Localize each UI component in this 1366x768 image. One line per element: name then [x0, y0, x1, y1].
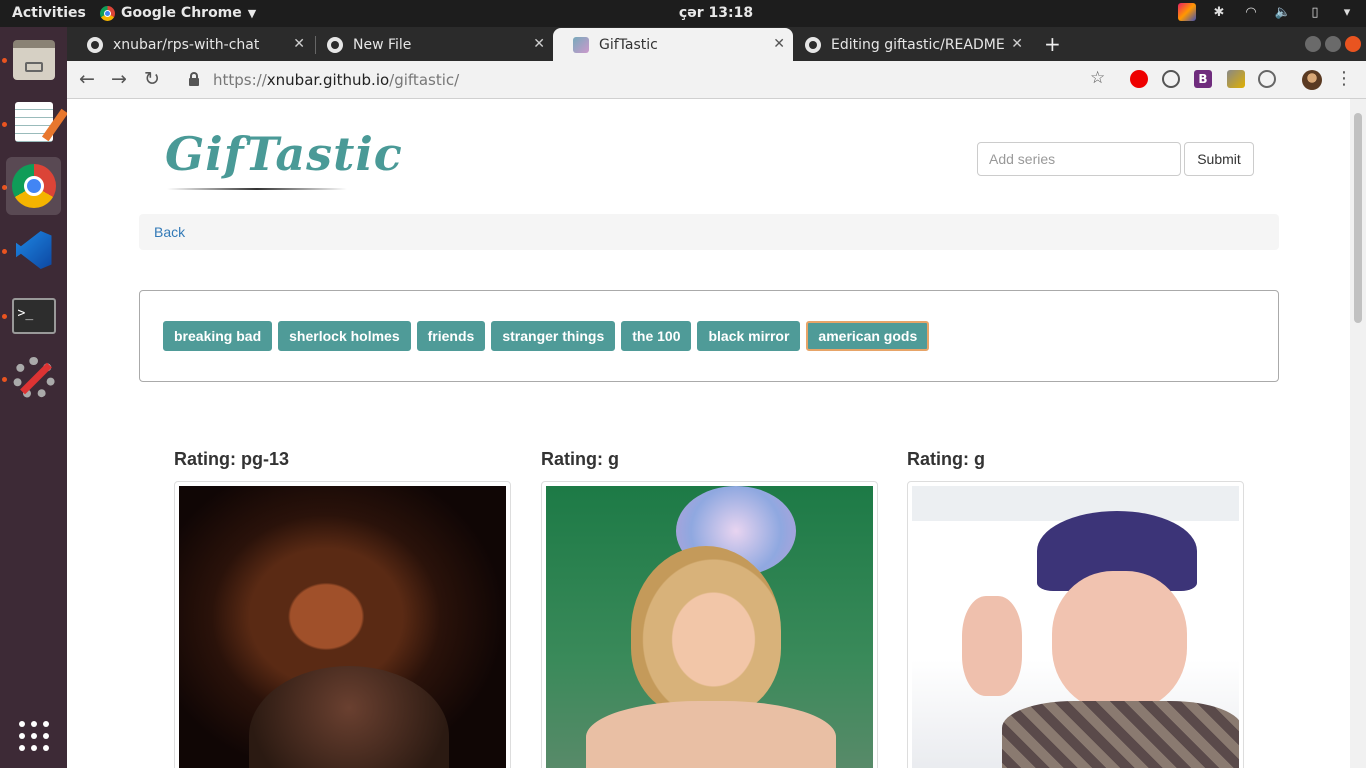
bootstrap-extension-icon[interactable]: B — [1194, 70, 1212, 88]
new-tab-button[interactable]: + — [1044, 32, 1061, 56]
github-icon — [87, 36, 103, 53]
series-button-friends[interactable]: friends — [416, 321, 486, 351]
volume-muted-icon[interactable]: 🔈 — [1274, 3, 1292, 21]
browser-toolbar: ← → ↻ https://xnubar.github.io/giftastic… — [67, 61, 1366, 99]
battery-icon[interactable]: ▯ — [1306, 3, 1324, 21]
series-button-american-gods[interactable]: american gods — [806, 321, 930, 351]
cube-app-icon[interactable] — [1178, 3, 1196, 21]
tab-title: Editing giftastic/README — [831, 36, 1005, 53]
tab-rps-with-chat[interactable]: xnubar/rps-with-chat ✕ — [67, 28, 313, 61]
tab-editing-readme[interactable]: Editing giftastic/README ✕ — [785, 28, 1031, 61]
gif-rating: Rating: pg-13 — [174, 449, 289, 469]
back-link[interactable]: Back — [154, 224, 185, 240]
terminal-launcher[interactable]: >_ — [6, 287, 61, 345]
page-scrollbar[interactable] — [1350, 99, 1366, 768]
tab-strip: xnubar/rps-with-chat ✕ New File ✕ GifTas… — [67, 27, 1366, 61]
files-icon — [12, 40, 55, 80]
github-icon — [327, 36, 343, 53]
menu-icon[interactable]: ⋮ — [1335, 68, 1353, 89]
system-menu-icon[interactable]: ▾ — [1338, 3, 1356, 21]
block-extension-icon[interactable] — [1162, 70, 1180, 88]
extension-icon[interactable] — [1258, 70, 1276, 88]
url-path: /giftastic/ — [389, 71, 460, 89]
vscode-launcher[interactable] — [6, 221, 61, 279]
slack-icon[interactable]: ✱ — [1210, 3, 1228, 21]
reload-icon[interactable]: ↻ — [144, 68, 160, 90]
gif-thumbnail[interactable] — [174, 481, 511, 768]
dock: >_ — [0, 27, 68, 768]
minimize-window-button[interactable] — [1305, 36, 1321, 52]
gif-rating: Rating: g — [907, 449, 985, 469]
gif-thumbnail[interactable] — [907, 481, 1244, 768]
system-tray: ✱ ◠ 🔈 ▯ ▾ — [1178, 3, 1356, 21]
settings-icon — [12, 357, 55, 399]
tab-title: GifTastic — [599, 36, 658, 53]
page-viewport: GifTastic Submit Back breaking bad sherl… — [67, 99, 1350, 768]
series-button-black-mirror[interactable]: black mirror — [697, 321, 801, 351]
series-button-row: breaking bad sherlock holmes friends str… — [163, 321, 930, 351]
vscode-icon — [15, 231, 52, 269]
series-button-the-100[interactable]: the 100 — [621, 321, 692, 351]
gif-thumbnail[interactable] — [541, 481, 878, 768]
address-bar[interactable]: https://xnubar.github.io/giftastic/ — [185, 65, 1105, 95]
settings-launcher[interactable] — [6, 349, 61, 407]
series-button-sherlock-holmes[interactable]: sherlock holmes — [278, 321, 411, 351]
tab-title: xnubar/rps-with-chat — [113, 36, 260, 53]
close-icon[interactable]: ✕ — [773, 36, 785, 52]
tab-giftastic[interactable]: GifTastic ✕ — [553, 28, 793, 61]
lock-icon — [189, 72, 199, 86]
gif-image — [912, 486, 1239, 768]
profile-avatar[interactable] — [1302, 70, 1322, 90]
text-editor-launcher[interactable] — [6, 93, 68, 151]
series-button-stranger-things[interactable]: stranger things — [491, 321, 616, 351]
opera-extension-icon[interactable] — [1130, 70, 1148, 88]
url-host: xnubar.github.io — [266, 71, 390, 89]
app-grid-icon — [18, 721, 49, 751]
gif-rating: Rating: g — [541, 449, 619, 469]
series-buttons-panel: breaking bad sherlock holmes friends str… — [139, 290, 1279, 382]
text-editor-icon — [14, 102, 68, 142]
gif-card: Rating: g — [541, 449, 878, 768]
close-icon[interactable]: ✕ — [1011, 36, 1023, 52]
giftastic-favicon-icon — [573, 36, 589, 53]
github-icon — [805, 36, 821, 53]
series-button-breaking-bad[interactable]: breaking bad — [163, 321, 273, 351]
submit-button[interactable]: Submit — [1184, 142, 1254, 176]
add-series-input[interactable] — [977, 142, 1181, 176]
system-top-bar: Activities Google Chrome ▼ çər 13:18 ✱ ◠… — [0, 0, 1366, 27]
forward-icon[interactable]: → — [111, 68, 127, 90]
gif-image — [546, 486, 873, 768]
show-applications-button[interactable] — [6, 707, 61, 765]
eyedropper-extension-icon[interactable] — [1227, 70, 1245, 88]
url-scheme: https:// — [213, 71, 267, 89]
tab-new-file[interactable]: New File ✕ — [307, 28, 553, 61]
wifi-icon[interactable]: ◠ — [1242, 3, 1260, 21]
clock[interactable]: çər 13:18 — [0, 5, 1366, 21]
logo-underline — [167, 188, 347, 190]
gif-card: Rating: pg-13 — [174, 449, 511, 768]
gif-image — [179, 486, 506, 768]
files-launcher[interactable] — [6, 31, 61, 89]
gif-card: Rating: g — [907, 449, 1244, 768]
chrome-launcher[interactable] — [6, 157, 61, 215]
tab-title: New File — [353, 36, 412, 53]
star-icon[interactable]: ☆ — [1090, 68, 1105, 88]
close-window-button[interactable] — [1345, 36, 1361, 52]
breadcrumb: Back — [139, 214, 1279, 250]
terminal-icon: >_ — [11, 298, 56, 334]
maximize-window-button[interactable] — [1325, 36, 1341, 52]
close-icon[interactable]: ✕ — [293, 36, 305, 52]
chrome-icon — [11, 164, 56, 208]
scrollbar-thumb[interactable] — [1354, 113, 1362, 323]
giftastic-logo: GifTastic — [165, 127, 403, 181]
close-icon[interactable]: ✕ — [533, 36, 545, 52]
back-icon[interactable]: ← — [79, 68, 95, 90]
